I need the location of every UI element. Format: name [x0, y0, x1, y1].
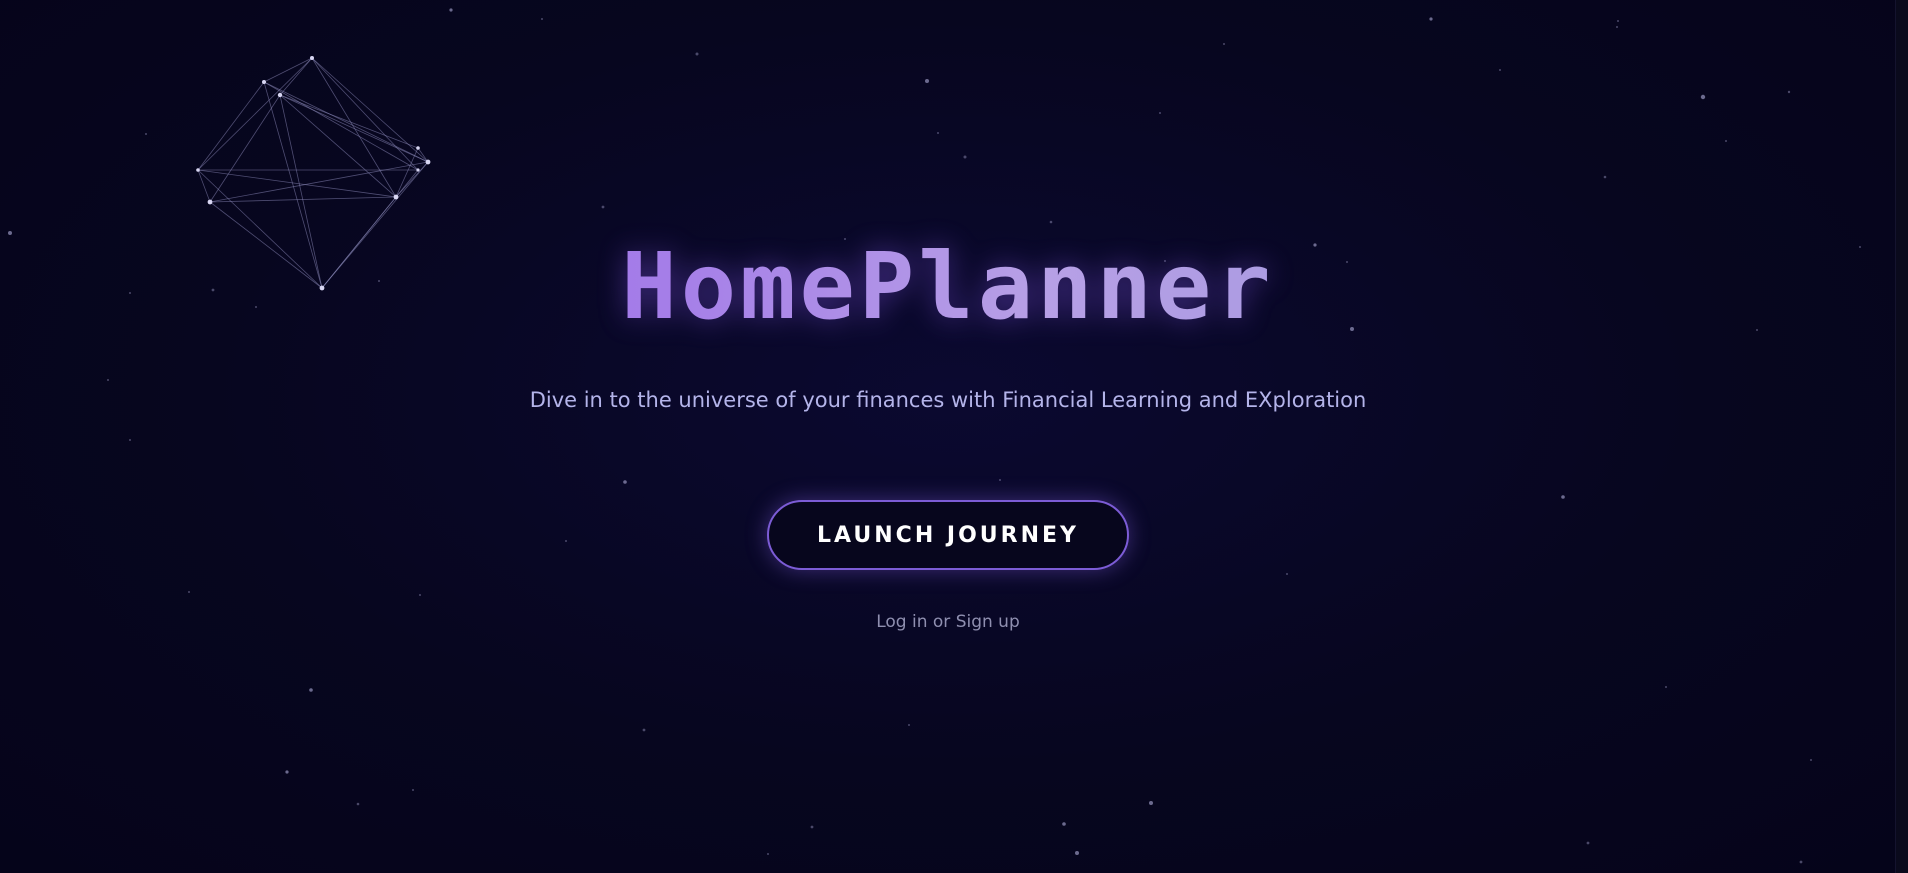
- page-title: HomePlanner: [0, 232, 1896, 342]
- star: [1223, 43, 1225, 45]
- vertical-scrollbar[interactable]: [1895, 0, 1908, 873]
- star: [129, 439, 131, 441]
- star: [541, 18, 543, 20]
- star: [767, 853, 769, 855]
- star: [601, 205, 605, 209]
- landing-page: HomePlanner Dive in to the universe of y…: [0, 0, 1908, 873]
- star: [1799, 860, 1803, 864]
- star: [695, 52, 699, 56]
- launch-journey-button-label: LAUNCH JOURNEY: [817, 522, 1079, 548]
- star: [1049, 220, 1053, 224]
- star: [1062, 822, 1066, 826]
- star: [412, 789, 414, 791]
- star: [937, 132, 939, 134]
- star: [925, 79, 929, 83]
- star: [1561, 495, 1565, 499]
- star: [1617, 20, 1619, 22]
- star: [1075, 851, 1079, 855]
- launch-journey-button[interactable]: LAUNCH JOURNEY: [767, 500, 1129, 570]
- star: [419, 594, 421, 596]
- star: [642, 728, 646, 732]
- star: [449, 8, 453, 12]
- star: [1586, 841, 1590, 845]
- star: [1725, 140, 1727, 142]
- star: [1429, 17, 1433, 21]
- star: [810, 825, 814, 829]
- star: [188, 591, 190, 593]
- star: [309, 688, 313, 692]
- star: [145, 133, 147, 135]
- star: [1810, 759, 1812, 761]
- star: [1149, 801, 1153, 805]
- star: [565, 540, 567, 542]
- star: [1700, 94, 1706, 100]
- star: [963, 155, 967, 159]
- star: [1499, 69, 1501, 71]
- star: [1665, 686, 1667, 688]
- star: [1159, 112, 1161, 114]
- star: [1616, 26, 1618, 28]
- page-subtitle: Dive in to the universe of your finances…: [529, 388, 1367, 412]
- star: [1787, 90, 1791, 94]
- star: [107, 379, 109, 381]
- star: [1286, 573, 1288, 575]
- star: [1603, 175, 1607, 179]
- star: [908, 724, 910, 726]
- login-signup-link[interactable]: Log in or Sign up: [0, 612, 1896, 632]
- star: [623, 480, 627, 484]
- star: [999, 479, 1001, 481]
- star: [356, 802, 360, 806]
- star: [285, 770, 289, 774]
